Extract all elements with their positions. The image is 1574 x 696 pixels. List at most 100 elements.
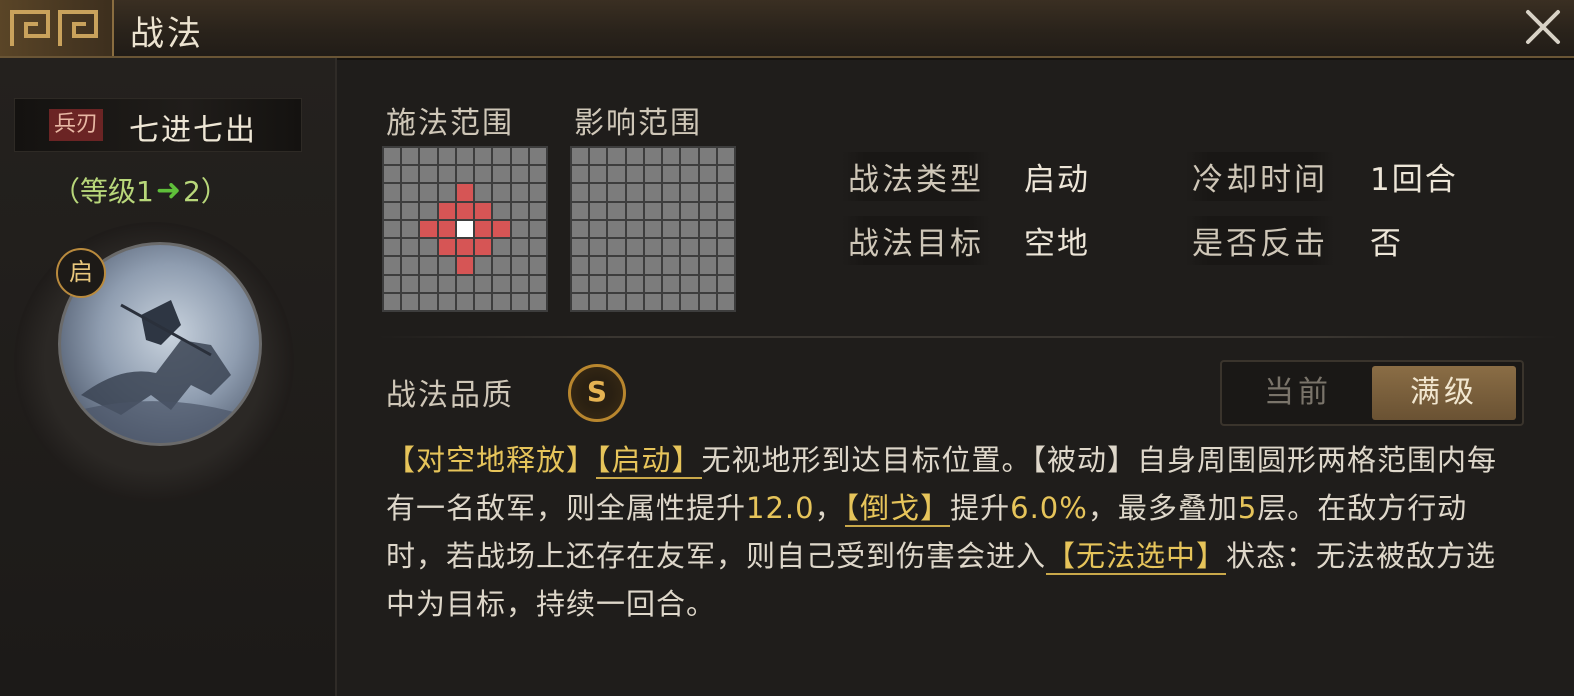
grid-cell bbox=[475, 202, 492, 219]
grid-cell bbox=[529, 166, 546, 183]
grid-cell bbox=[663, 257, 680, 274]
grid-cell bbox=[572, 184, 589, 201]
grid-cell bbox=[699, 166, 716, 183]
grid-cell bbox=[644, 148, 662, 165]
arrow-right-icon: ➜ bbox=[155, 172, 181, 208]
grid-cell bbox=[644, 293, 662, 310]
grid-cell bbox=[644, 239, 662, 256]
close-icon[interactable] bbox=[1522, 6, 1564, 48]
grid-cell bbox=[590, 148, 607, 165]
grid-cell bbox=[572, 275, 589, 292]
desc-keyword-link[interactable]: 【倒戈】 bbox=[844, 491, 951, 527]
grid-cell bbox=[438, 184, 455, 201]
grid-cell bbox=[608, 202, 625, 219]
grid-cell bbox=[529, 275, 546, 292]
grid-cell bbox=[572, 202, 589, 219]
grid-cell bbox=[493, 166, 510, 183]
desc-keyword-link[interactable]: 【无法选中】 bbox=[1046, 539, 1227, 575]
grid-cell bbox=[644, 202, 662, 219]
grid-cell bbox=[384, 275, 401, 292]
grid-cell bbox=[511, 184, 528, 201]
grid-cell bbox=[644, 257, 662, 274]
grid-cell bbox=[456, 293, 474, 310]
grid-cell bbox=[529, 184, 546, 201]
grid-cell bbox=[475, 239, 492, 256]
grid-cell bbox=[511, 293, 528, 310]
grid-cell bbox=[590, 184, 607, 201]
grid-cell bbox=[699, 257, 716, 274]
grid-cell bbox=[681, 166, 698, 183]
grid-cell bbox=[475, 166, 492, 183]
grid-cell bbox=[572, 166, 589, 183]
grid-cell bbox=[644, 166, 662, 183]
desc-keyword-link[interactable]: 【启动】 bbox=[596, 443, 702, 479]
grid-cell bbox=[608, 293, 625, 310]
grid-cell bbox=[626, 257, 643, 274]
grid-cell bbox=[402, 293, 419, 310]
grid-cell bbox=[402, 148, 419, 165]
grid-cell bbox=[717, 293, 734, 310]
target-value: 空地 bbox=[1024, 226, 1090, 262]
grid-cell bbox=[420, 275, 437, 292]
grid-cell bbox=[456, 148, 474, 165]
grid-cell bbox=[511, 148, 528, 165]
level-indicator: （等级1 ➜ 2） bbox=[52, 170, 229, 210]
tab-max-level[interactable]: 满级 bbox=[1372, 366, 1516, 420]
grid-cell bbox=[493, 148, 510, 165]
target-label: 战法目标 bbox=[842, 216, 990, 265]
type-value: 启动 bbox=[1024, 162, 1090, 198]
grid-cell bbox=[626, 220, 643, 238]
title-bar: 战法 bbox=[0, 0, 1574, 58]
grid-cell bbox=[663, 275, 680, 292]
grid-cell bbox=[456, 220, 474, 238]
grid-cell bbox=[590, 293, 607, 310]
grid-cell bbox=[511, 166, 528, 183]
grid-cell bbox=[572, 293, 589, 310]
grid-cell bbox=[663, 220, 680, 238]
grid-cell bbox=[681, 220, 698, 238]
grid-cell bbox=[663, 184, 680, 201]
grid-cell bbox=[529, 220, 546, 238]
window-title: 战法 bbox=[130, 14, 204, 54]
grid-cell bbox=[590, 257, 607, 274]
grid-cell bbox=[402, 184, 419, 201]
grid-cell bbox=[572, 148, 589, 165]
grid-cell bbox=[420, 239, 437, 256]
grid-cell bbox=[438, 293, 455, 310]
grid-cell bbox=[590, 239, 607, 256]
tab-current[interactable]: 当前 bbox=[1226, 366, 1370, 420]
grid-cell bbox=[456, 202, 474, 219]
grid-cell bbox=[717, 148, 734, 165]
grid-cell bbox=[493, 220, 510, 238]
fret-ornament-icon bbox=[0, 0, 114, 56]
grid-cell bbox=[420, 220, 437, 238]
desc-text: 提升 bbox=[950, 491, 1011, 525]
grid-cell bbox=[438, 220, 455, 238]
grid-cell bbox=[644, 184, 662, 201]
grid-cell bbox=[608, 184, 625, 201]
grid-cell bbox=[438, 275, 455, 292]
grid-cell bbox=[681, 257, 698, 274]
grid-cell bbox=[717, 166, 734, 183]
grid-cell bbox=[420, 293, 437, 310]
skill-name-box: 兵刃 七进七出 bbox=[14, 98, 302, 152]
effect-range-grid bbox=[570, 146, 736, 312]
grid-cell bbox=[590, 275, 607, 292]
grid-cell bbox=[402, 202, 419, 219]
grid-cell bbox=[681, 239, 698, 256]
grid-cell bbox=[717, 275, 734, 292]
desc-text: ， bbox=[814, 491, 845, 525]
grid-cell bbox=[402, 257, 419, 274]
grid-cell bbox=[511, 220, 528, 238]
grid-cell bbox=[529, 148, 546, 165]
grid-cell bbox=[511, 239, 528, 256]
grid-cell bbox=[626, 166, 643, 183]
grid-cell bbox=[590, 166, 607, 183]
grid-cell bbox=[699, 239, 716, 256]
grid-cell bbox=[475, 184, 492, 201]
grid-cell bbox=[717, 239, 734, 256]
trigger-badge: 启 bbox=[56, 248, 106, 298]
grid-cell bbox=[493, 184, 510, 201]
grid-cell bbox=[681, 148, 698, 165]
desc-keyword: 【对空地释放】 bbox=[386, 443, 597, 477]
